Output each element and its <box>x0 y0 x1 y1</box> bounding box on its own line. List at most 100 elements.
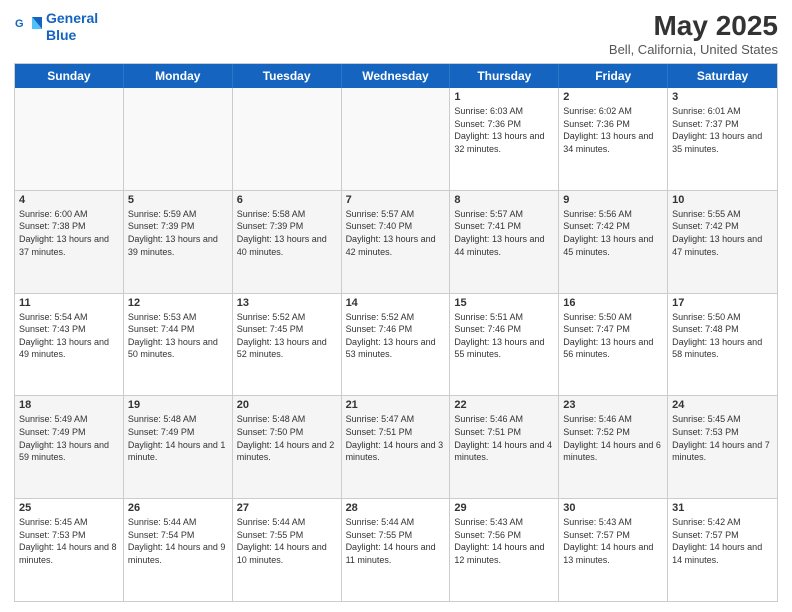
calendar-row-4: 18 Sunrise: 5:49 AMSunset: 7:49 PMDayligh… <box>15 396 777 499</box>
calendar-cell-4-3: 20 Sunrise: 5:48 AMSunset: 7:50 PMDayligh… <box>233 396 342 498</box>
day-number: 3 <box>672 91 773 103</box>
calendar-cell-1-2 <box>124 88 233 190</box>
day-number: 15 <box>454 297 554 309</box>
cell-info: Sunrise: 5:59 AMSunset: 7:39 PMDaylight:… <box>128 208 228 258</box>
cell-info: Sunrise: 5:56 AMSunset: 7:42 PMDaylight:… <box>563 208 663 258</box>
calendar-page: G General Blue May 2025 Bell, California… <box>0 0 792 612</box>
svg-text:G: G <box>15 18 24 30</box>
calendar-cell-4-2: 19Sunrise: 5:48 AMSunset: 7:49 PMDayligh… <box>124 396 233 498</box>
calendar-body: 1 Sunrise: 6:03 AMSunset: 7:36 PMDaylight… <box>15 88 777 601</box>
cell-info: Sunrise: 5:51 AMSunset: 7:46 PMDaylight:… <box>454 311 554 361</box>
day-number: 4 <box>19 194 119 206</box>
calendar: Sunday Monday Tuesday Wednesday Thursday… <box>14 63 778 602</box>
day-number: 5 <box>128 194 228 206</box>
cell-info: Sunrise: 5:55 AMSunset: 7:42 PMDaylight:… <box>672 208 773 258</box>
calendar-cell-3-2: 12 Sunrise: 5:53 AMSunset: 7:44 PMDayligh… <box>124 294 233 396</box>
calendar-cell-3-6: 16Sunrise: 5:50 AMSunset: 7:47 PMDayligh… <box>559 294 668 396</box>
calendar-row-3: 11 Sunrise: 5:54 AMSunset: 7:43 PMDayligh… <box>15 294 777 397</box>
cell-info: Sunrise: 5:48 AMSunset: 7:50 PMDaylight:… <box>237 413 337 463</box>
day-number: 14 <box>346 297 446 309</box>
calendar-cell-4-5: 22Sunrise: 5:46 AMSunset: 7:51 PMDayligh… <box>450 396 559 498</box>
calendar-cell-4-7: 24Sunrise: 5:45 AMSunset: 7:53 PMDayligh… <box>668 396 777 498</box>
cell-info: Sunrise: 5:54 AMSunset: 7:43 PMDaylight:… <box>19 311 119 361</box>
day-number: 1 <box>454 91 554 103</box>
day-number: 22 <box>454 399 554 411</box>
cell-info: Sunrise: 5:42 AMSunset: 7:57 PMDaylight:… <box>672 516 773 566</box>
day-number: 29 <box>454 502 554 514</box>
calendar-cell-5-1: 25 Sunrise: 5:45 AMSunset: 7:53 PMDayligh… <box>15 499 124 601</box>
cell-info: Sunrise: 6:00 AMSunset: 7:38 PMDaylight:… <box>19 208 119 258</box>
header-wednesday: Wednesday <box>342 64 451 88</box>
day-number: 7 <box>346 194 446 206</box>
cell-info: Sunrise: 5:45 AMSunset: 7:53 PMDaylight:… <box>19 516 119 566</box>
cell-info: Sunrise: 5:57 AMSunset: 7:40 PMDaylight:… <box>346 208 446 258</box>
calendar-cell-5-3: 27 Sunrise: 5:44 AMSunset: 7:55 PMDayligh… <box>233 499 342 601</box>
calendar-cell-1-3 <box>233 88 342 190</box>
title-section: May 2025 Bell, California, United States <box>609 10 778 57</box>
calendar-cell-2-1: 4 Sunrise: 6:00 AMSunset: 7:38 PMDaylight… <box>15 191 124 293</box>
calendar-cell-5-5: 29 Sunrise: 5:43 AMSunset: 7:56 PMDayligh… <box>450 499 559 601</box>
logo-text: General Blue <box>46 10 98 44</box>
calendar-cell-4-6: 23Sunrise: 5:46 AMSunset: 7:52 PMDayligh… <box>559 396 668 498</box>
calendar-cell-5-4: 28Sunrise: 5:44 AMSunset: 7:55 PMDayligh… <box>342 499 451 601</box>
cell-info: Sunrise: 6:01 AMSunset: 7:37 PMDaylight:… <box>672 105 773 155</box>
day-number: 12 <box>128 297 228 309</box>
cell-info: Sunrise: 5:43 AMSunset: 7:56 PMDaylight:… <box>454 516 554 566</box>
header-thursday: Thursday <box>450 64 559 88</box>
day-number: 27 <box>237 502 337 514</box>
calendar-cell-3-5: 15 Sunrise: 5:51 AMSunset: 7:46 PMDayligh… <box>450 294 559 396</box>
day-number: 9 <box>563 194 663 206</box>
cell-info: Sunrise: 5:44 AMSunset: 7:55 PMDaylight:… <box>237 516 337 566</box>
cell-info: Sunrise: 5:43 AMSunset: 7:57 PMDaylight:… <box>563 516 663 566</box>
cell-info: Sunrise: 5:58 AMSunset: 7:39 PMDaylight:… <box>237 208 337 258</box>
calendar-cell-3-4: 14 Sunrise: 5:52 AMSunset: 7:46 PMDayligh… <box>342 294 451 396</box>
cell-info: Sunrise: 6:03 AMSunset: 7:36 PMDaylight:… <box>454 105 554 155</box>
calendar-cell-3-1: 11 Sunrise: 5:54 AMSunset: 7:43 PMDayligh… <box>15 294 124 396</box>
calendar-cell-2-5: 8Sunrise: 5:57 AMSunset: 7:41 PMDaylight… <box>450 191 559 293</box>
month-year-title: May 2025 <box>609 10 778 42</box>
calendar-cell-4-1: 18 Sunrise: 5:49 AMSunset: 7:49 PMDayligh… <box>15 396 124 498</box>
day-number: 21 <box>346 399 446 411</box>
cell-info: Sunrise: 5:49 AMSunset: 7:49 PMDaylight:… <box>19 413 119 463</box>
day-number: 20 <box>237 399 337 411</box>
cell-info: Sunrise: 5:44 AMSunset: 7:55 PMDaylight:… <box>346 516 446 566</box>
cell-info: Sunrise: 5:52 AMSunset: 7:46 PMDaylight:… <box>346 311 446 361</box>
calendar-row-1: 1 Sunrise: 6:03 AMSunset: 7:36 PMDaylight… <box>15 88 777 191</box>
cell-info: Sunrise: 5:44 AMSunset: 7:54 PMDaylight:… <box>128 516 228 566</box>
day-number: 25 <box>19 502 119 514</box>
day-number: 31 <box>672 502 773 514</box>
day-number: 10 <box>672 194 773 206</box>
calendar-cell-5-6: 30Sunrise: 5:43 AMSunset: 7:57 PMDayligh… <box>559 499 668 601</box>
calendar-header: Sunday Monday Tuesday Wednesday Thursday… <box>15 64 777 88</box>
calendar-cell-2-2: 5 Sunrise: 5:59 AMSunset: 7:39 PMDaylight… <box>124 191 233 293</box>
day-number: 16 <box>563 297 663 309</box>
cell-info: Sunrise: 5:47 AMSunset: 7:51 PMDaylight:… <box>346 413 446 463</box>
cell-info: Sunrise: 5:46 AMSunset: 7:52 PMDaylight:… <box>563 413 663 463</box>
calendar-cell-4-4: 21 Sunrise: 5:47 AMSunset: 7:51 PMDayligh… <box>342 396 451 498</box>
cell-info: Sunrise: 5:53 AMSunset: 7:44 PMDaylight:… <box>128 311 228 361</box>
day-number: 13 <box>237 297 337 309</box>
calendar-cell-5-2: 26 Sunrise: 5:44 AMSunset: 7:54 PMDayligh… <box>124 499 233 601</box>
cell-info: Sunrise: 5:52 AMSunset: 7:45 PMDaylight:… <box>237 311 337 361</box>
day-number: 8 <box>454 194 554 206</box>
day-number: 26 <box>128 502 228 514</box>
day-number: 11 <box>19 297 119 309</box>
calendar-cell-1-4 <box>342 88 451 190</box>
cell-info: Sunrise: 5:50 AMSunset: 7:48 PMDaylight:… <box>672 311 773 361</box>
header-saturday: Saturday <box>668 64 777 88</box>
calendar-row-5: 25 Sunrise: 5:45 AMSunset: 7:53 PMDayligh… <box>15 499 777 601</box>
day-number: 19 <box>128 399 228 411</box>
calendar-cell-3-3: 13 Sunrise: 5:52 AMSunset: 7:45 PMDayligh… <box>233 294 342 396</box>
calendar-cell-3-7: 17 Sunrise: 5:50 AMSunset: 7:48 PMDayligh… <box>668 294 777 396</box>
calendar-cell-1-5: 1 Sunrise: 6:03 AMSunset: 7:36 PMDaylight… <box>450 88 559 190</box>
day-number: 18 <box>19 399 119 411</box>
logo: G General Blue <box>14 10 98 44</box>
calendar-cell-2-4: 7 Sunrise: 5:57 AMSunset: 7:40 PMDaylight… <box>342 191 451 293</box>
day-number: 2 <box>563 91 663 103</box>
calendar-cell-1-6: 2Sunrise: 6:02 AMSunset: 7:36 PMDaylight… <box>559 88 668 190</box>
page-header: G General Blue May 2025 Bell, California… <box>14 10 778 57</box>
calendar-cell-5-7: 31 Sunrise: 5:42 AMSunset: 7:57 PMDayligh… <box>668 499 777 601</box>
calendar-cell-2-7: 10 Sunrise: 5:55 AMSunset: 7:42 PMDayligh… <box>668 191 777 293</box>
header-monday: Monday <box>124 64 233 88</box>
day-number: 17 <box>672 297 773 309</box>
